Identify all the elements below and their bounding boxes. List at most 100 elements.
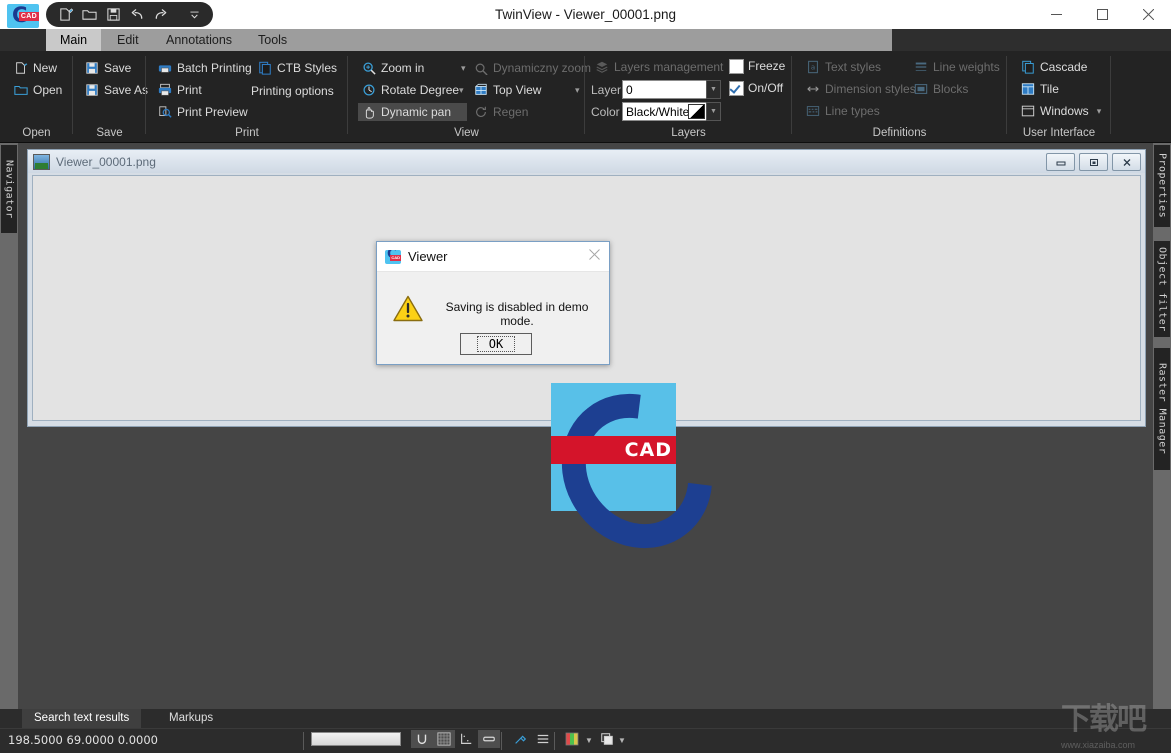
layers-stack-icon (594, 60, 609, 75)
text-styles-button: a Text styles (802, 58, 884, 76)
layer-combo-chevron-down-icon[interactable]: ▼ (706, 80, 721, 99)
save-disk-icon[interactable] (102, 4, 124, 25)
cascade-label: Cascade (1040, 60, 1088, 74)
group-title-open: Open (22, 127, 51, 139)
coordinates-readout: 198.5000 69.0000 0.0000 (8, 733, 158, 747)
lineweight-toggle-icon[interactable] (478, 730, 500, 748)
group-title-save: Save (96, 127, 123, 139)
group-title-user-interface: User Interface (1022, 127, 1096, 139)
dock-tab-navigator[interactable]: Navigator (1, 145, 17, 233)
grid-toggle-icon[interactable] (433, 730, 455, 748)
command-input[interactable] (311, 732, 401, 746)
tab-annotations[interactable]: Annotations (152, 29, 246, 51)
batch-printing-icon (157, 61, 172, 76)
new-file-icon (13, 61, 28, 76)
color-chevron-down-icon[interactable]: ▼ (585, 736, 593, 745)
blocks-label: Blocks (933, 82, 969, 96)
rotate-degree-button[interactable]: Rotate Degree (358, 81, 462, 99)
ribbon-tab-strip: Main Edit Annotations Tools (0, 29, 1171, 51)
maximize-button[interactable] (1079, 0, 1125, 29)
freeze-checkbox[interactable] (729, 59, 744, 74)
ribbon: New Open Open Save Save As Save Batch Pr… (0, 51, 1171, 143)
dialog-close-button[interactable] (589, 249, 600, 263)
color-palette-icon[interactable] (562, 730, 584, 748)
freeze-label: Freeze (748, 59, 786, 73)
cascade-button[interactable]: Cascade (1017, 58, 1090, 76)
save-as-button[interactable]: Save As (81, 81, 151, 99)
close-button[interactable] (1125, 0, 1171, 29)
layer-combo[interactable]: 0 (622, 80, 708, 99)
group-title-definitions: Definitions (872, 127, 927, 139)
pick-point-icon[interactable] (509, 730, 531, 748)
bottom-tab-search-text-results[interactable]: Search text results (22, 709, 142, 728)
undo-arrow-icon[interactable] (126, 4, 148, 25)
dialog-ok-button[interactable]: OK (460, 333, 532, 355)
save-button[interactable]: Save (81, 59, 134, 77)
group-divider (1110, 56, 1111, 134)
open-folder-icon (13, 83, 28, 98)
tab-tools[interactable]: Tools (244, 29, 301, 51)
top-view-chevron-down-icon[interactable]: ▾ (575, 85, 580, 96)
dock-tab-raster-manager[interactable]: Raster Manager (1154, 348, 1170, 470)
customize-chevron-icon[interactable] (183, 4, 205, 25)
mdi-close-button[interactable] (1112, 153, 1141, 171)
open-button[interactable]: Open (10, 81, 65, 99)
windows-button[interactable]: Windows ▾ (1017, 102, 1104, 120)
dynamic-zoom-button: Dynamiczny zoom (470, 59, 594, 77)
print-preview-button[interactable]: Print Preview (154, 103, 251, 121)
mdi-restore-button[interactable] (1079, 153, 1108, 171)
dialog-ok-label: OK (476, 336, 516, 352)
windows-chevron-down-icon[interactable]: ▾ (1097, 106, 1102, 117)
print-button[interactable]: Print (154, 81, 205, 99)
batch-printing-button[interactable]: Batch Printing (154, 59, 255, 77)
menu-lines-icon[interactable] (532, 730, 554, 748)
tab-main[interactable]: Main (46, 29, 102, 51)
watermark: 下载吧 www.xiazaiba.com (1061, 702, 1165, 751)
dock-tab-object-filter[interactable]: Object filter (1154, 241, 1170, 337)
zoom-in-chevron-down-icon[interactable]: ▾ (461, 63, 466, 74)
dock-tab-properties[interactable]: Properties (1154, 145, 1170, 227)
tab-edit[interactable]: Edit (103, 29, 153, 51)
bottom-tab-markups[interactable]: Markups (157, 709, 225, 728)
color-combo-chevron-down-icon[interactable]: ▼ (706, 102, 721, 121)
title-bar: C CAD TwinView - Viewer_00001.png (0, 0, 1171, 30)
line-weights-label: Line weights (933, 60, 1000, 74)
open-folder-icon[interactable] (78, 4, 100, 25)
new-document-icon[interactable] (54, 4, 76, 25)
viewer-dialog: C CAD Viewer Saving is disabled in demo … (376, 241, 610, 365)
regen-label: Regen (493, 105, 529, 119)
line-types-button: Line types (802, 102, 883, 120)
top-view-button[interactable]: Top View (470, 81, 544, 99)
cascade-windows-icon (1020, 60, 1035, 75)
printer-icon (157, 83, 172, 98)
watermark-text: 下载吧 (1061, 702, 1147, 737)
dynamic-pan-label: Dynamic pan (381, 105, 452, 119)
left-dock-strip: Navigator (0, 143, 18, 709)
new-button[interactable]: New (10, 59, 60, 77)
mdi-minimize-button[interactable] (1046, 153, 1075, 171)
save-as-disk-icon (84, 83, 99, 98)
dialog-icon-badge: CAD (390, 254, 401, 261)
layer-combo-value: 0 (626, 82, 633, 97)
rotate-degree-chevron-down-icon[interactable]: ▾ (459, 85, 464, 96)
ortho-toggle-icon[interactable] (455, 730, 477, 748)
tile-button[interactable]: Tile (1017, 80, 1062, 98)
dynamic-pan-button[interactable]: Dynamic pan (358, 103, 467, 121)
ctb-styles-button[interactable]: CTB Styles (254, 59, 340, 77)
printing-options-button[interactable]: Printing options (251, 84, 334, 98)
layer-chevron-down-icon[interactable]: ▼ (618, 736, 626, 745)
onoff-checkbox[interactable] (729, 81, 744, 96)
mdi-title-bar[interactable]: Viewer_00001.png (28, 150, 1145, 173)
line-weights-button: Line weights (910, 58, 1003, 76)
redo-arrow-icon[interactable] (150, 4, 172, 25)
zoom-in-label: Zoom in (381, 61, 425, 75)
group-title-print: Print (235, 127, 259, 139)
tile-label: Tile (1040, 82, 1059, 96)
ribbon-group-layers: Layers management Freeze Layer 0 ▼ On/Of… (585, 51, 792, 142)
minimize-button[interactable] (1033, 0, 1079, 29)
snap-toggle-icon[interactable] (411, 730, 433, 748)
color-combo[interactable]: Black/White (622, 102, 708, 121)
bottom-tab-strip: Search text results Markups (0, 709, 1171, 728)
layer-stack-icon[interactable] (596, 730, 618, 748)
zoom-in-button[interactable]: Zoom in (358, 59, 427, 77)
